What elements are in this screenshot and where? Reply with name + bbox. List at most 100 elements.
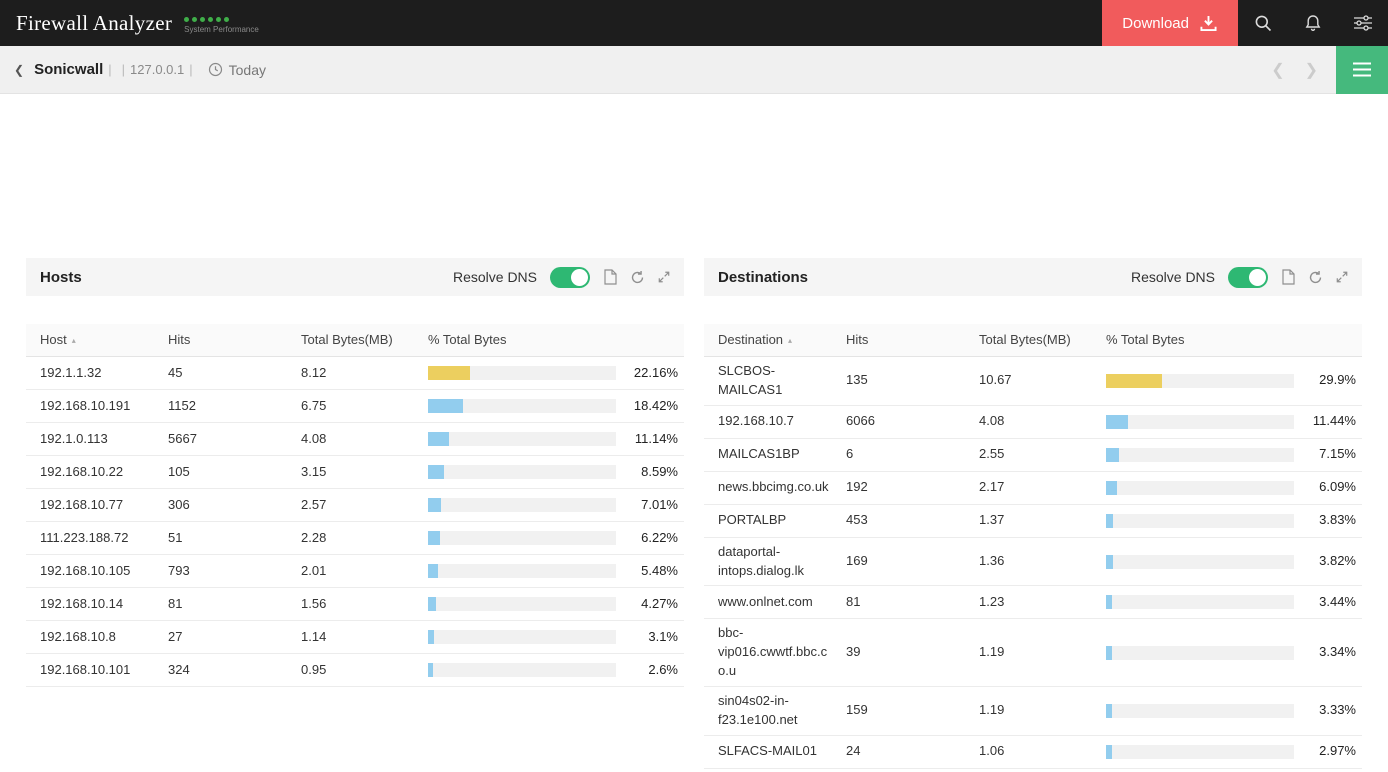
destination-cell: dataportal-intops.dialog.lk bbox=[704, 543, 832, 581]
percent-bar-fill bbox=[428, 432, 449, 446]
percent-bytes-cell: 8.59% bbox=[418, 463, 684, 482]
refresh-icon[interactable] bbox=[630, 270, 645, 285]
total-bytes-cell: 0.95 bbox=[287, 661, 418, 680]
percent-label: 4.27% bbox=[616, 595, 678, 614]
column-header-hits[interactable]: Hits bbox=[832, 331, 965, 350]
total-bytes-cell: 1.19 bbox=[965, 701, 1096, 720]
refresh-icon[interactable] bbox=[1308, 270, 1323, 285]
table-row[interactable]: www.onlnet.com811.233.44% bbox=[704, 586, 1362, 619]
table-row[interactable]: SLCBOS-MAILCAS113510.6729.9% bbox=[704, 357, 1362, 406]
destination-cell: www.onlnet.com bbox=[704, 593, 832, 612]
percent-bytes-cell: 3.44% bbox=[1096, 593, 1362, 612]
table-row[interactable]: 192.168.10.1057932.015.48% bbox=[26, 555, 684, 588]
sort-asc-icon: ▴ bbox=[788, 336, 792, 345]
pdf-export-icon[interactable] bbox=[603, 269, 617, 285]
hits-cell: 105 bbox=[154, 463, 287, 482]
percent-bar-track bbox=[428, 531, 616, 545]
percent-bar-fill bbox=[1106, 415, 1128, 429]
host-cell: 192.168.10.105 bbox=[26, 562, 154, 581]
hits-cell: 169 bbox=[832, 552, 965, 571]
column-header-destination[interactable]: Destination▴ bbox=[704, 331, 832, 350]
percent-bar-fill bbox=[428, 597, 436, 611]
total-bytes-cell: 1.37 bbox=[965, 511, 1096, 530]
settings-sliders-icon[interactable] bbox=[1338, 0, 1388, 46]
destination-cell: bbc-vip016.cwwtf.bbc.co.u bbox=[704, 624, 832, 681]
table-row[interactable]: 192.1.1.32458.1222.16% bbox=[26, 357, 684, 390]
table-row[interactable]: PORTALBP4531.373.83% bbox=[704, 505, 1362, 538]
topbar: Firewall Analyzer System Performance Dow… bbox=[0, 0, 1388, 46]
table-body: 192.1.1.32458.1222.16%192.168.10.1911152… bbox=[26, 357, 684, 687]
download-label: Download bbox=[1122, 15, 1189, 32]
percent-label: 6.09% bbox=[1294, 478, 1356, 497]
destinations-table: Destination▴ Hits Total Bytes(MB) % Tota… bbox=[704, 324, 1362, 769]
time-range-selector[interactable]: Today bbox=[229, 62, 266, 78]
device-name[interactable]: Sonicwall bbox=[34, 61, 103, 78]
column-header-pct-bytes[interactable]: % Total Bytes bbox=[1096, 331, 1362, 350]
notifications-bell-icon[interactable] bbox=[1288, 0, 1338, 46]
table-row[interactable]: 192.168.10.8271.143.1% bbox=[26, 621, 684, 654]
percent-bytes-cell: 3.83% bbox=[1096, 511, 1362, 530]
table-row[interactable]: 192.168.10.19111526.7518.42% bbox=[26, 390, 684, 423]
system-performance-widget[interactable]: System Performance bbox=[184, 17, 259, 34]
column-header-pct-bytes[interactable]: % Total Bytes bbox=[418, 331, 684, 350]
total-bytes-cell: 1.56 bbox=[287, 595, 418, 614]
table-row[interactable]: sin04s02-in-f23.1e100.net1591.193.33% bbox=[704, 687, 1362, 736]
percent-bar-fill bbox=[1106, 555, 1113, 569]
table-row[interactable]: 192.168.10.1013240.952.6% bbox=[26, 654, 684, 687]
resolve-dns-toggle[interactable] bbox=[1228, 267, 1268, 288]
percent-bar-fill bbox=[428, 399, 463, 413]
column-header-host[interactable]: Host▴ bbox=[26, 331, 154, 350]
total-bytes-cell: 4.08 bbox=[287, 430, 418, 449]
column-header-total-bytes[interactable]: Total Bytes(MB) bbox=[965, 331, 1096, 350]
table-row[interactable]: bbc-vip016.cwwtf.bbc.co.u391.193.34% bbox=[704, 619, 1362, 687]
table-row[interactable]: SLFACS-MAIL01241.062.97% bbox=[704, 736, 1362, 769]
percent-bytes-cell: 6.22% bbox=[418, 529, 684, 548]
column-header-total-bytes[interactable]: Total Bytes(MB) bbox=[287, 331, 418, 350]
table-row[interactable]: MAILCAS1BP62.557.15% bbox=[704, 439, 1362, 472]
search-icon[interactable] bbox=[1238, 0, 1288, 46]
hits-cell: 135 bbox=[832, 371, 965, 390]
next-arrow-icon[interactable]: ❯ bbox=[1295, 60, 1328, 80]
download-button[interactable]: Download bbox=[1102, 0, 1238, 46]
breadcrumb-separator: | bbox=[108, 62, 111, 77]
percent-bar-fill bbox=[428, 564, 438, 578]
resolve-dns-toggle[interactable] bbox=[550, 267, 590, 288]
hits-cell: 81 bbox=[154, 595, 287, 614]
breadcrumb-actions: ❮ ❯ bbox=[1261, 46, 1388, 94]
destination-cell: news.bbcimg.co.uk bbox=[704, 478, 832, 497]
host-cell: 192.168.10.77 bbox=[26, 496, 154, 515]
menu-button[interactable] bbox=[1336, 46, 1388, 94]
table-row[interactable]: news.bbcimg.co.uk1922.176.09% bbox=[704, 472, 1362, 505]
expand-icon[interactable] bbox=[1336, 271, 1348, 283]
percent-bar-track bbox=[428, 630, 616, 644]
table-row[interactable]: 192.168.10.773062.577.01% bbox=[26, 489, 684, 522]
prev-arrow-icon[interactable]: ❮ bbox=[1261, 60, 1294, 80]
percent-bar-fill bbox=[428, 366, 470, 380]
hits-cell: 324 bbox=[154, 661, 287, 680]
hits-cell: 793 bbox=[154, 562, 287, 581]
hosts-table: Host▴ Hits Total Bytes(MB) % Total Bytes… bbox=[26, 324, 684, 687]
clock-icon bbox=[208, 62, 223, 77]
percent-label: 3.83% bbox=[1294, 511, 1356, 530]
table-row[interactable]: 192.168.10.14811.564.27% bbox=[26, 588, 684, 621]
expand-icon[interactable] bbox=[658, 271, 670, 283]
column-header-hits[interactable]: Hits bbox=[154, 331, 287, 350]
percent-bytes-cell: 11.14% bbox=[418, 430, 684, 449]
table-row[interactable]: 192.1.0.11356674.0811.14% bbox=[26, 423, 684, 456]
table-row[interactable]: 192.168.10.760664.0811.44% bbox=[704, 406, 1362, 439]
percent-bytes-cell: 3.34% bbox=[1096, 643, 1362, 662]
table-row[interactable]: 111.223.188.72512.286.22% bbox=[26, 522, 684, 555]
table-row[interactable]: 192.168.10.221053.158.59% bbox=[26, 456, 684, 489]
percent-bytes-cell: 11.44% bbox=[1096, 412, 1362, 431]
back-chevron-icon[interactable]: ❮ bbox=[14, 63, 24, 77]
percent-bytes-cell: 3.1% bbox=[418, 628, 684, 647]
percent-bar-track bbox=[428, 432, 616, 446]
percent-label: 18.42% bbox=[616, 397, 678, 416]
percent-bar-track bbox=[1106, 374, 1294, 388]
table-row[interactable]: dataportal-intops.dialog.lk1691.363.82% bbox=[704, 538, 1362, 587]
panel-title: Destinations bbox=[718, 269, 808, 286]
pdf-export-icon[interactable] bbox=[1281, 269, 1295, 285]
sort-asc-icon: ▴ bbox=[72, 336, 76, 345]
host-cell: 192.168.10.191 bbox=[26, 397, 154, 416]
table-header: Host▴ Hits Total Bytes(MB) % Total Bytes bbox=[26, 324, 684, 357]
